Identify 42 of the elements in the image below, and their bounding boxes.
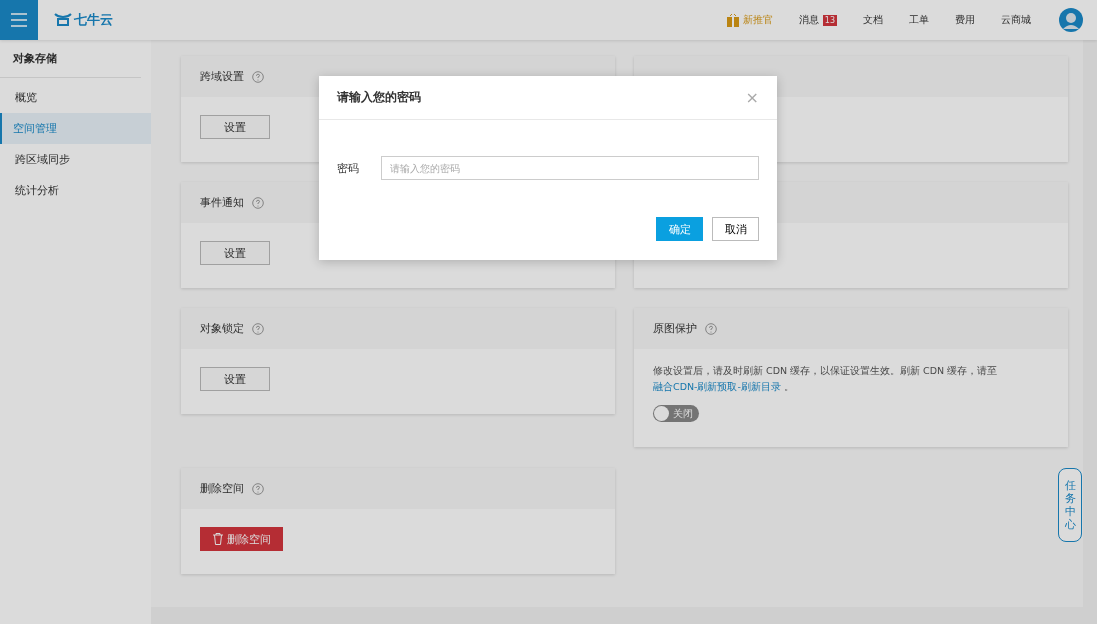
dialog-title: 请输入您的密码 — [337, 89, 421, 106]
cancel-button[interactable]: 取消 — [712, 217, 759, 241]
field-label: 密码 — [337, 160, 359, 176]
button-label: 删除空间 — [226, 531, 271, 547]
card-title: 原图保护 — [653, 321, 697, 336]
settings-button[interactable]: 设置 — [200, 241, 270, 265]
help-icon[interactable] — [252, 482, 264, 495]
task-center-button[interactable]: 任务中心 — [1058, 468, 1082, 542]
nav-label: 消息 — [798, 13, 819, 27]
help-icon[interactable] — [252, 196, 264, 209]
card-title: 事件通知 — [200, 195, 244, 210]
sidebar-item[interactable]: 统计分析 — [0, 175, 151, 206]
sidebar-title: 对象存储 — [0, 40, 141, 78]
card-title: 跨域设置 — [200, 69, 244, 84]
message-count: 13 — [822, 14, 837, 26]
toggle-switch[interactable]: 关闭 — [653, 405, 699, 422]
nav-link[interactable]: 工单 — [909, 13, 929, 27]
menu-button[interactable] — [0, 0, 38, 40]
logo-text: 七牛云 — [74, 11, 113, 29]
trash-icon — [212, 533, 223, 545]
sidebar-item[interactable]: 概览 — [0, 82, 151, 113]
card-title: 对象锁定 — [200, 321, 244, 336]
nav-link[interactable]: 云商城 — [1001, 13, 1031, 27]
settings-button[interactable]: 设置 — [200, 115, 270, 139]
nav-link[interactable]: 文档 — [863, 13, 883, 27]
password-field[interactable]: 请输入您的密码 — [381, 156, 759, 180]
menu-icon — [11, 13, 27, 27]
nav-link[interactable]: 消息 13 — [798, 13, 837, 27]
settings-button[interactable]: 设置 — [200, 367, 270, 391]
cdn-link[interactable]: 融合CDN-刷新预取-刷新目录 — [653, 381, 781, 392]
nav-label: 新推官 — [742, 13, 773, 27]
sidebar-item[interactable]: 跨区域同步 — [0, 144, 151, 175]
nav-link[interactable]: 费用 — [955, 13, 975, 27]
help-icon[interactable] — [252, 70, 264, 83]
avatar-icon[interactable] — [1059, 8, 1083, 32]
help-icon[interactable] — [705, 322, 717, 335]
cdn-notice: 修改设置后，请及时刷新 CDN 缓存，以保证设置生效。刷新 CDN 缓存，请至 融合CDN-刷新预取-刷新目录 。 — [653, 364, 999, 394]
card-title: 删除空间 — [200, 481, 244, 496]
gift-icon — [726, 13, 739, 27]
logo-icon — [54, 13, 72, 27]
delete-button[interactable]: 删除空间 — [200, 527, 283, 551]
help-icon[interactable] — [252, 322, 264, 335]
